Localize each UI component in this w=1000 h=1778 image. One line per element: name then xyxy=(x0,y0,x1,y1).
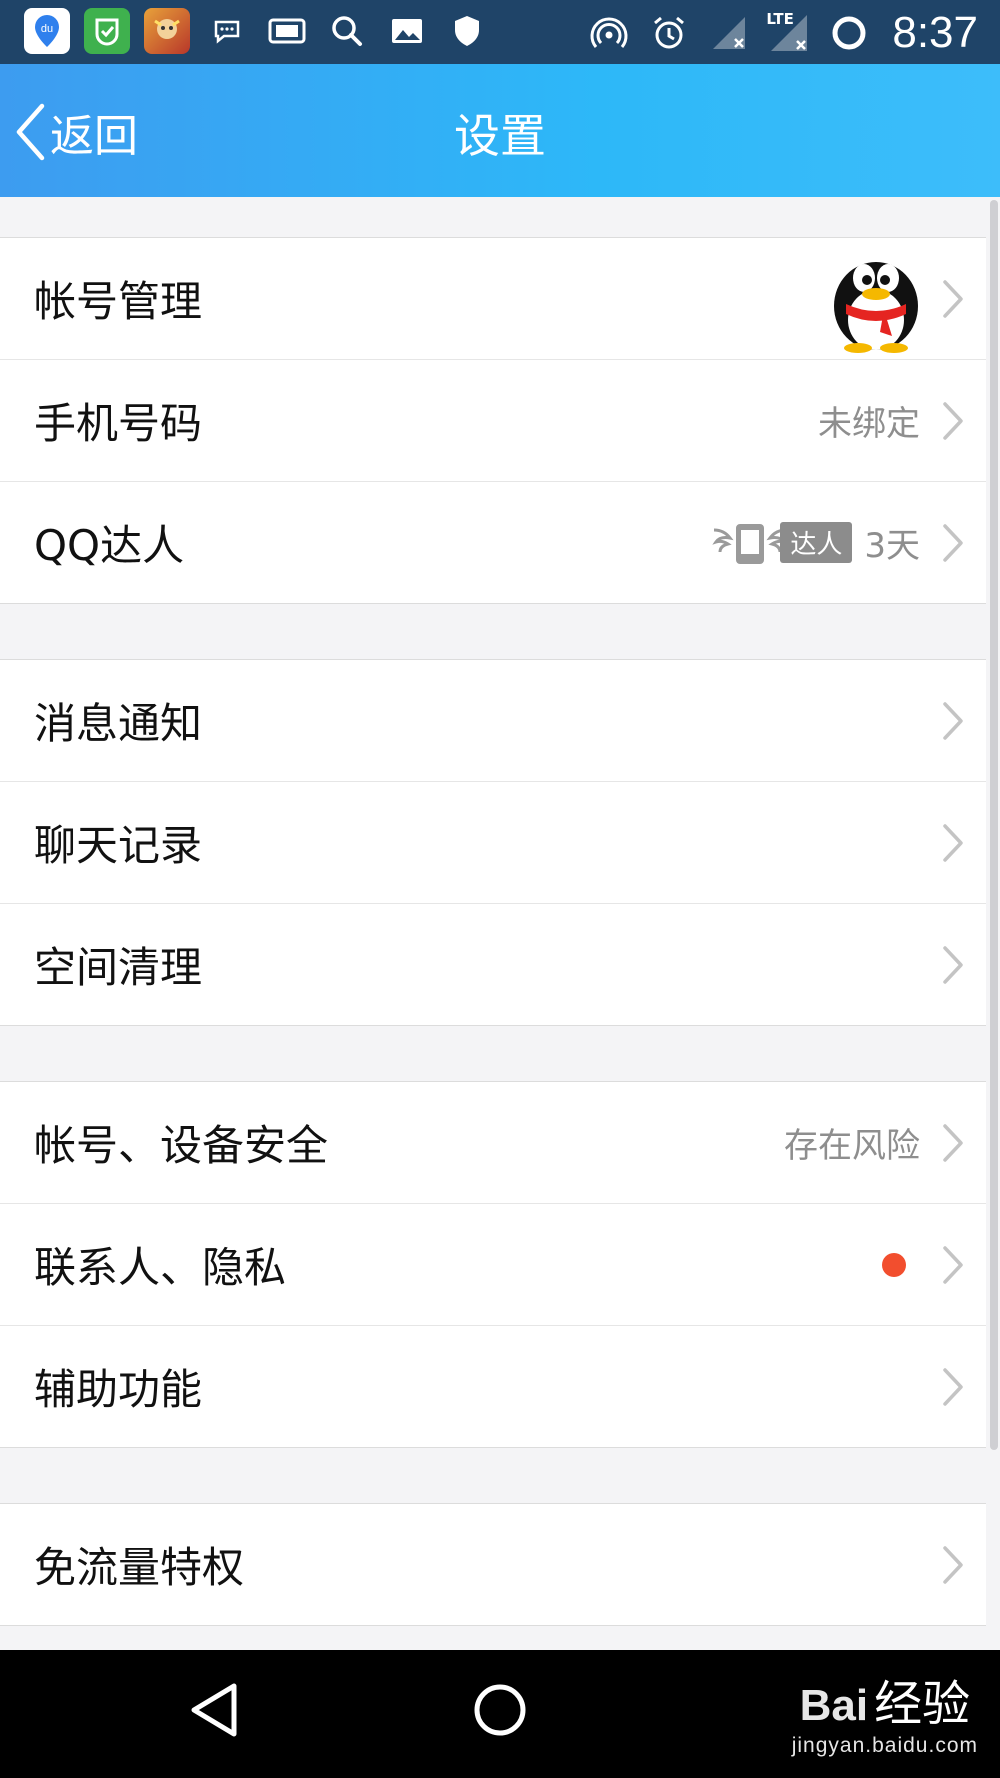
winged-phone-icon xyxy=(712,523,789,564)
qq-penguin-avatar xyxy=(834,261,918,353)
settings-group-account: 帐号管理 手机号码 未绑定 QQ达人 达人 3天 xyxy=(0,237,986,604)
row-label: 联系人、隐私 xyxy=(34,1243,287,1292)
alarm-icon xyxy=(646,10,692,56)
row-label: 聊天记录 xyxy=(34,821,203,870)
nav-home-button[interactable] xyxy=(470,1680,530,1744)
network-type-label: LTE xyxy=(766,10,794,28)
row-value: 存在风险 xyxy=(784,1126,920,1166)
row-label: QQ达人 xyxy=(34,521,185,570)
row-value: 3天 xyxy=(864,526,920,566)
security-app-icon xyxy=(84,8,130,54)
page-title: 设置 xyxy=(454,109,546,163)
row-message-notification[interactable]: 消息通知 xyxy=(0,660,986,782)
baidu-map-app-icon: du xyxy=(24,8,70,54)
navigation-bar: Bai 经验 jingyan.baidu.com xyxy=(0,1650,1000,1778)
nav-back-button[interactable] xyxy=(186,1680,242,1744)
chevron-right-icon xyxy=(943,945,963,984)
chevron-right-icon xyxy=(943,1367,963,1406)
message-icon xyxy=(204,8,250,54)
chevron-right-icon xyxy=(943,1123,963,1162)
watermark-url: jingyan.baidu.com xyxy=(791,1734,978,1757)
row-label: 帐号、设备安全 xyxy=(34,1121,329,1170)
image-icon xyxy=(384,8,430,54)
status-bar: du LTE 8:37 xyxy=(0,0,1000,64)
system-status-icons: LTE 8:37 xyxy=(586,8,978,58)
settings-list: 帐号管理 手机号码 未绑定 QQ达人 达人 3天 消息通知 聊天记录 空间清理 … xyxy=(0,197,986,1626)
watermark-logo: Bai xyxy=(799,1681,869,1730)
battery-icon xyxy=(826,10,872,56)
lte-signal-icon: LTE xyxy=(766,10,812,56)
search-icon xyxy=(324,8,370,54)
row-label: 消息通知 xyxy=(34,699,203,748)
clock: 8:37 xyxy=(892,8,978,57)
chevron-right-icon xyxy=(943,401,963,440)
row-accessibility[interactable]: 辅助功能 xyxy=(0,1326,986,1447)
row-contacts-privacy[interactable]: 联系人、隐私 xyxy=(0,1204,986,1326)
daren-tag: 达人 xyxy=(780,522,853,563)
red-dot-badge xyxy=(882,1252,906,1277)
row-account-management[interactable]: 帐号管理 xyxy=(0,238,986,360)
notification-icons: du xyxy=(24,8,490,54)
tablet-icon xyxy=(264,8,310,54)
row-label: 帐号管理 xyxy=(34,277,203,326)
baidu-jingyan-watermark: Bai 经验 jingyan.baidu.com xyxy=(792,1664,978,1758)
settings-group-data: 免流量特权 xyxy=(0,1503,986,1626)
row-label: 空间清理 xyxy=(34,943,203,992)
hotspot-icon xyxy=(586,10,632,56)
row-label: 手机号码 xyxy=(34,399,203,448)
chevron-right-icon xyxy=(943,1545,963,1584)
triangle-back-icon xyxy=(191,1683,237,1737)
chevron-right-icon xyxy=(943,1245,963,1284)
chevron-right-icon xyxy=(943,279,963,318)
row-free-data-privilege[interactable]: 免流量特权 xyxy=(0,1504,986,1625)
settings-group-security: 帐号、设备安全 存在风险 联系人、隐私 辅助功能 xyxy=(0,1081,986,1448)
daren-badge: 达人 xyxy=(712,518,853,568)
watermark-brand: 经验 xyxy=(874,1678,971,1731)
row-qq-daren[interactable]: QQ达人 达人 3天 xyxy=(0,482,986,603)
row-storage-cleanup[interactable]: 空间清理 xyxy=(0,904,986,1025)
row-phone-number[interactable]: 手机号码 未绑定 xyxy=(0,360,986,482)
chevron-right-icon xyxy=(943,523,963,562)
row-label: 免流量特权 xyxy=(34,1543,245,1592)
circle-home-icon xyxy=(474,1684,526,1736)
game-app-icon xyxy=(144,8,190,54)
chevron-right-icon xyxy=(943,701,963,740)
row-account-device-security[interactable]: 帐号、设备安全 存在风险 xyxy=(0,1082,986,1204)
svg-text:du: du xyxy=(41,23,53,35)
title-bar: 返回 设置 xyxy=(0,64,1000,197)
row-label: 辅助功能 xyxy=(34,1365,203,1414)
shield-icon xyxy=(444,8,490,54)
chevron-right-icon xyxy=(943,823,963,862)
row-value: 未绑定 xyxy=(818,404,920,444)
signal-icon-1 xyxy=(706,10,752,56)
scrollbar[interactable] xyxy=(990,200,998,1450)
settings-group-messages: 消息通知 聊天记录 空间清理 xyxy=(0,659,986,1026)
row-chat-history[interactable]: 聊天记录 xyxy=(0,782,986,904)
